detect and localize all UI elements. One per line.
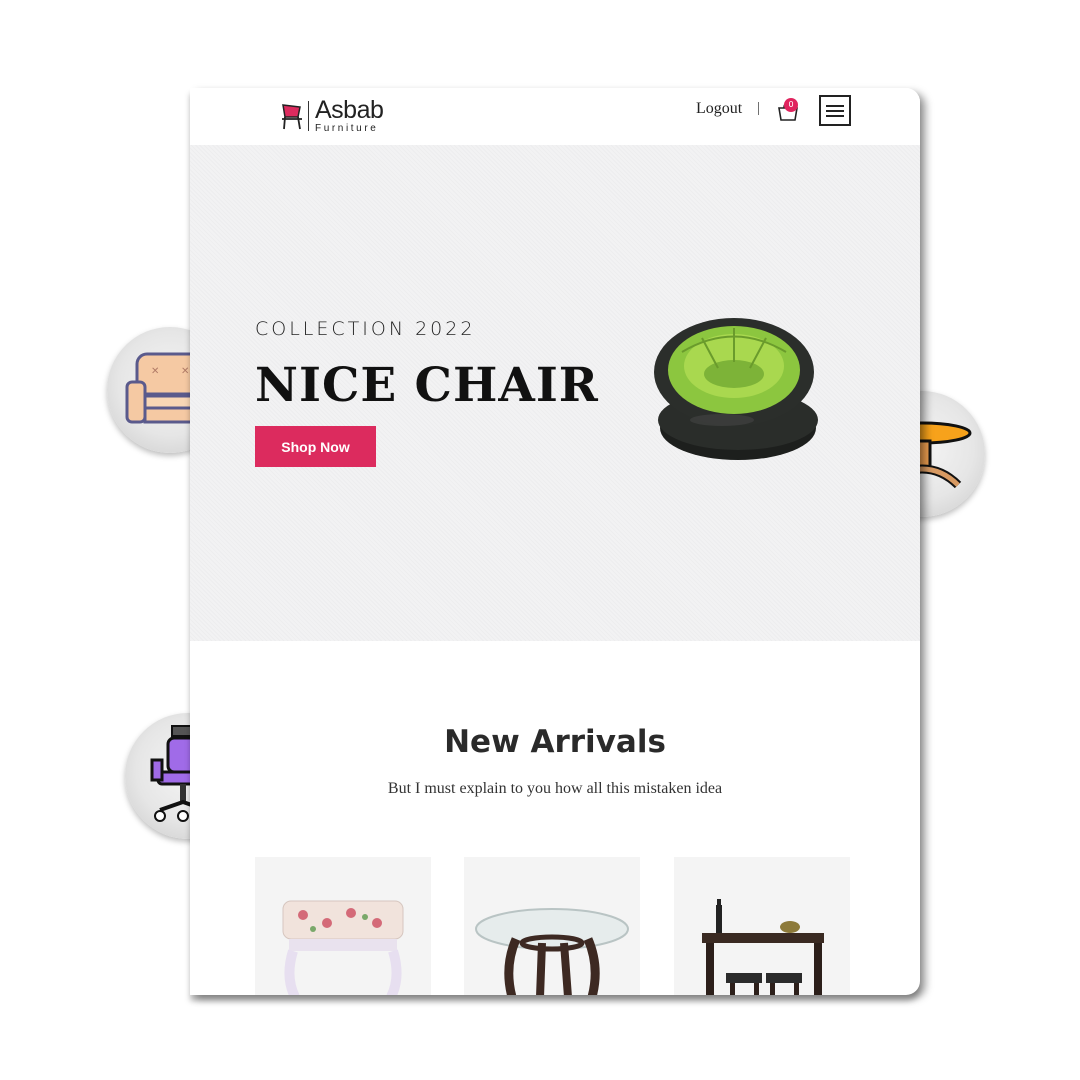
product-card[interactable] bbox=[464, 857, 640, 995]
glass-table-image bbox=[475, 908, 629, 995]
logo-divider bbox=[308, 101, 309, 131]
brand-tagline: Furniture bbox=[315, 123, 379, 134]
floral-stool-image bbox=[282, 900, 404, 995]
hero-chair-image bbox=[654, 318, 818, 460]
svg-text:✕: ✕ bbox=[151, 366, 159, 377]
brand-name: Asbab bbox=[315, 96, 384, 124]
website-preview: Asbab Furniture Logout | 0 COLLECTION 20… bbox=[190, 88, 920, 995]
bar-table-image bbox=[702, 899, 824, 995]
nav-divider: | bbox=[757, 100, 761, 116]
brand-logo[interactable]: Asbab Furniture bbox=[280, 96, 384, 136]
new-arrivals-heading: New Arrivals bbox=[444, 724, 666, 760]
cart-count-badge: 0 bbox=[784, 98, 798, 112]
header: Asbab Furniture Logout | 0 bbox=[190, 88, 920, 145]
shop-now-button[interactable]: Shop Now bbox=[255, 426, 376, 467]
hamburger-icon bbox=[826, 104, 844, 107]
new-arrivals-subtitle: But I must explain to you how all this m… bbox=[387, 780, 723, 797]
logout-link[interactable]: Logout bbox=[696, 100, 742, 118]
chair-logo-icon bbox=[282, 104, 302, 130]
hero-banner: COLLECTION 2022 NICE CHAIR Shop Now bbox=[190, 145, 920, 641]
product-card[interactable] bbox=[255, 857, 431, 995]
hero-eyebrow: COLLECTION 2022 bbox=[255, 318, 476, 340]
hero-title: NICE CHAIR bbox=[255, 358, 599, 413]
hamburger-menu-button[interactable] bbox=[819, 95, 851, 126]
svg-text:✕: ✕ bbox=[181, 366, 189, 377]
product-card[interactable] bbox=[674, 857, 850, 995]
